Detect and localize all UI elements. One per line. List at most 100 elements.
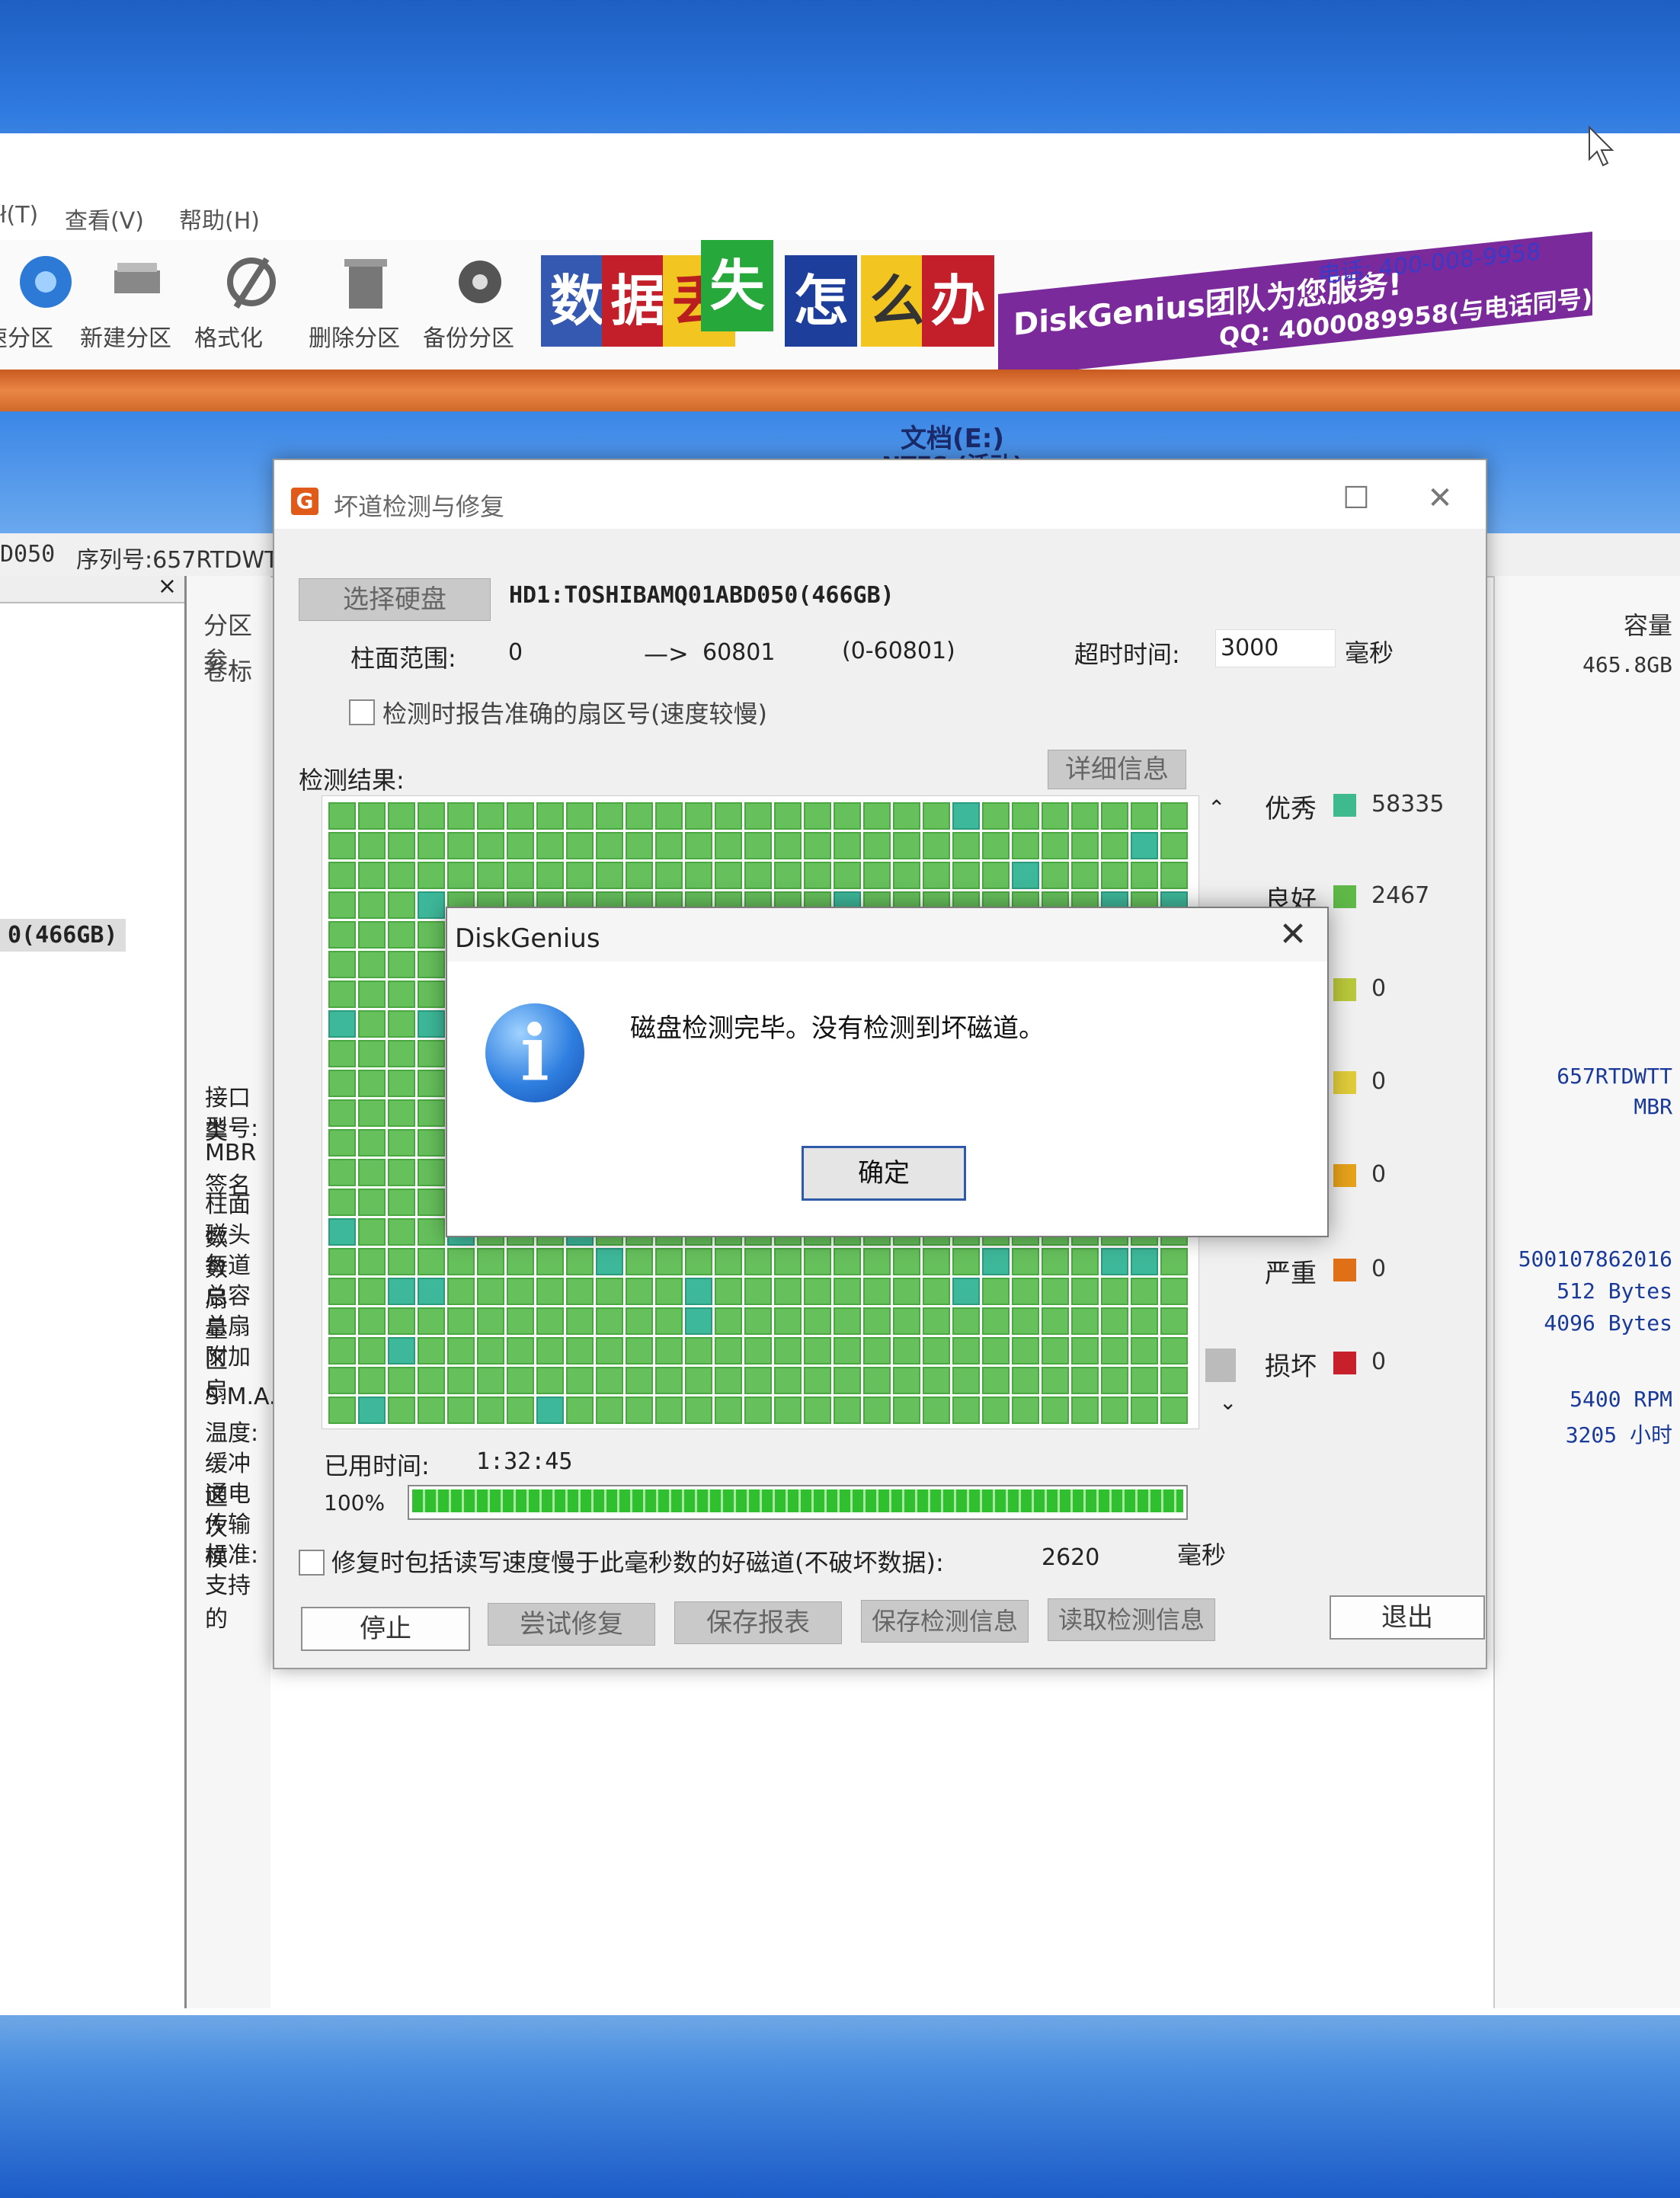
disk-map-bar[interactable] [0,370,1680,411]
scan-block [1012,802,1039,830]
scan-block [893,1278,920,1305]
scan-block [447,1337,475,1365]
backup-partition-button[interactable]: 备份分区 [423,248,537,362]
report-sector-checkbox[interactable] [349,699,375,725]
scan-block [566,862,594,889]
scan-block [328,1248,356,1275]
scan-block [626,1307,653,1335]
scan-block [1071,862,1099,889]
message-text: 磁盘检测完毕。没有检测到坏磁道。 [630,1013,1045,1044]
physical-sector-value: 4096 Bytes [1544,1310,1672,1336]
scan-block [982,1248,1010,1275]
scan-block [388,981,415,1008]
scan-block [863,1397,891,1424]
legend-swatch [1333,885,1356,908]
scan-block [1012,1278,1039,1305]
scan-block [982,1278,1010,1305]
scan-block [328,1010,356,1038]
scan-block [715,1278,742,1305]
scan-block [388,1278,415,1305]
disk-tree-panel[interactable]: × 0(466GB) [0,573,187,2008]
toolbar: 速分区 新建分区 格式化 删除分区 备份分区 数 据 丢 失 怎 么 办 Dis [0,232,1680,378]
new-partition-button[interactable]: 新建分区 [80,248,194,362]
close-button[interactable]: ✕ [1417,475,1463,521]
scan-block [447,832,475,859]
scan-block [1071,1307,1099,1335]
cylinder-to-input[interactable]: 60801 [697,634,818,672]
scan-block [1160,832,1188,859]
repair-slow-checkbox[interactable] [299,1550,325,1576]
scan-block [1042,1337,1069,1365]
scan-block [418,1337,445,1365]
save-scan-info-button[interactable]: 保存检测信息 [861,1600,1029,1643]
scan-block [418,1248,445,1275]
scan-block [923,1367,950,1394]
details-button[interactable]: 详细信息 [1048,750,1186,789]
close-icon[interactable]: × [158,573,177,600]
scan-block [952,1278,980,1305]
repair-slow-label: 修复时包括读写速度慢于此毫秒数的好磁道(不破坏数据): [331,1548,944,1577]
legend-swatch [1333,1259,1356,1281]
scan-block [358,1189,386,1216]
ok-button[interactable]: 确定 [802,1146,966,1201]
scan-block [328,832,356,859]
scan-block [477,1278,504,1305]
delete-partition-button[interactable]: 删除分区 [309,248,423,362]
scan-block [388,891,415,919]
scan-block [626,832,653,859]
scan-block [507,1337,534,1365]
tree-disk-item[interactable]: 0(466GB) [0,919,126,952]
scan-block [358,1099,386,1127]
result-label: 检测结果: [299,766,405,795]
format-button[interactable]: 格式化 [194,248,309,362]
scan-block [596,802,623,830]
scan-block [744,1367,772,1394]
scan-block [388,1070,415,1097]
scan-block [358,1278,386,1305]
capacity-value: 465.8GB [1582,652,1672,677]
try-repair-button[interactable]: 尝试修复 [488,1603,655,1646]
scan-block [388,1248,415,1275]
scan-block [863,832,891,859]
scan-block [863,1278,891,1305]
scan-block [388,862,415,889]
scan-block [358,1248,386,1275]
report-sector-label: 检测时报告准确的扇区号(速度较慢) [382,699,767,728]
save-report-button[interactable]: 保存报表 [674,1601,842,1644]
menu-view[interactable]: 查看(V) [65,202,144,235]
scan-block [388,1099,415,1127]
menu-tools[interactable]: ł(T) [0,202,38,229]
menu-help[interactable]: 帮助(H) [179,202,260,235]
scroll-thumb[interactable] [1205,1349,1236,1382]
scan-block [1101,832,1128,859]
timeout-input[interactable]: 3000 [1215,629,1336,667]
scan-block [358,1010,386,1038]
ad-banner[interactable]: 数 据 丢 失 怎 么 办 DiskGenius团队为您服务! 电话: 400-… [541,232,1592,378]
scan-block [418,951,445,978]
legend-excellent: 优秀 58335 [1265,791,1445,824]
repair-ms-input[interactable]: 2620 [1036,1539,1149,1577]
scan-block [655,1278,683,1305]
select-disk-button[interactable]: 选择硬盘 [299,578,491,621]
scan-block [1160,1307,1188,1335]
load-scan-info-button[interactable]: 读取检测信息 [1048,1598,1215,1641]
maximize-button[interactable]: ☐ [1333,475,1379,521]
cylinder-from-input[interactable]: 0 [503,634,616,672]
info-icon: i [485,1003,584,1102]
scan-block [566,1248,594,1275]
message-close-button[interactable]: ✕ [1274,916,1312,954]
timeout-label: 超时时间: [1074,640,1180,669]
scan-block [418,1099,445,1127]
scroll-up-icon[interactable]: ⌃ [1208,795,1225,821]
exit-button[interactable]: 退出 [1330,1595,1485,1640]
banner-char: 办 [922,255,994,347]
scan-block [418,891,445,919]
message-box: DiskGenius ✕ i 磁盘检测完毕。没有检测到坏磁道。 确定 [446,907,1329,1237]
scan-block [418,862,445,889]
scan-block [655,832,683,859]
info-label: 温度: [205,1420,259,1447]
scroll-down-icon[interactable]: ⌄ [1219,1390,1237,1415]
stop-button[interactable]: 停止 [301,1607,470,1651]
scan-block [388,1397,415,1424]
scan-block [447,862,475,889]
